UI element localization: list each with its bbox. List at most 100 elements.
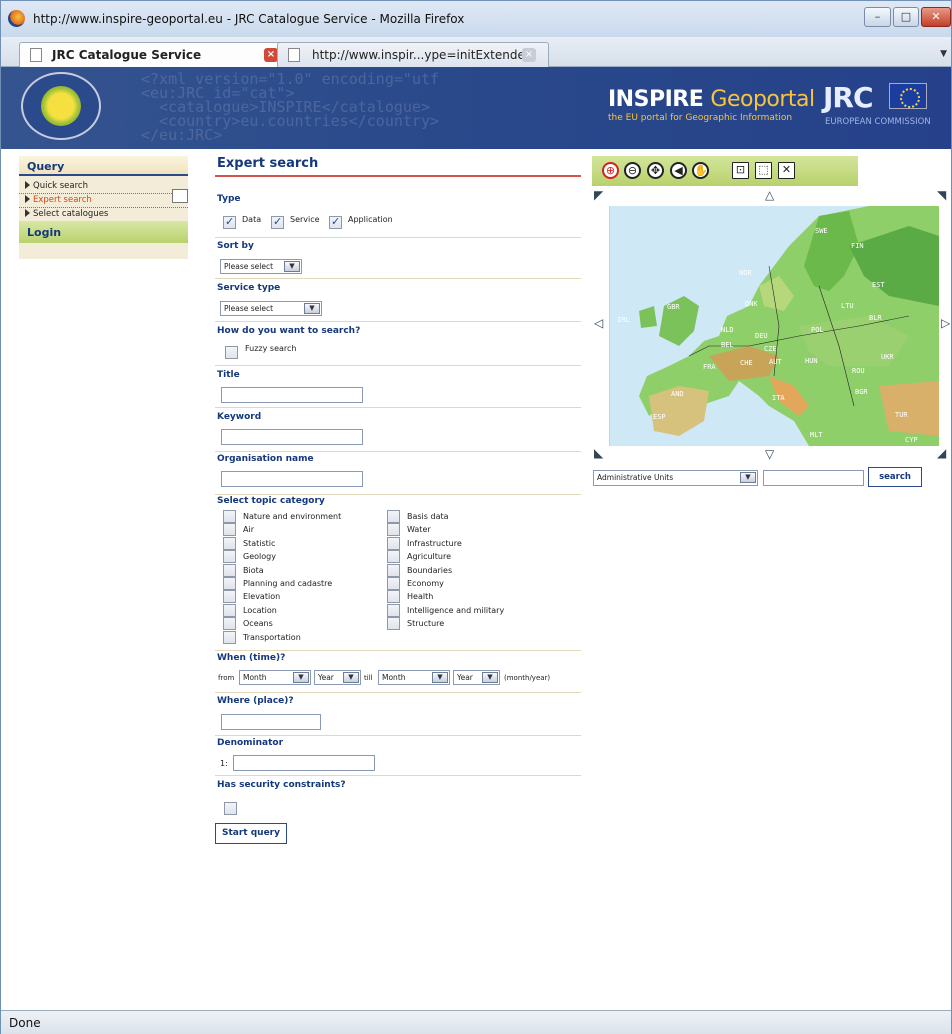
- how-search-label: How do you want to search?: [217, 326, 361, 336]
- arrow-right-icon: [25, 209, 30, 217]
- title-input[interactable]: [221, 387, 363, 403]
- topic-checkbox[interactable]: [387, 536, 400, 550]
- zoom-out-icon[interactable]: ⊖: [624, 162, 641, 179]
- jrc-logo[interactable]: JRC: [823, 81, 874, 114]
- nav-item-select-catalogues[interactable]: Select catalogues: [19, 208, 188, 222]
- topic-checkbox[interactable]: [387, 617, 400, 631]
- browser-window: http://www.inspire-geoportal.eu - JRC Ca…: [0, 0, 952, 1034]
- europe-map-graphic: [609, 206, 939, 446]
- tab-close-icon[interactable]: ×: [264, 48, 278, 62]
- topic-checkbox[interactable]: [387, 563, 400, 577]
- nav-item-quick-search[interactable]: Quick search: [19, 180, 188, 194]
- service-type-select[interactable]: Please select ▼: [220, 301, 322, 316]
- topic-checkbox[interactable]: [223, 536, 236, 550]
- left-navigation: Query Quick search Expert search Select …: [19, 156, 188, 259]
- country-label: DNK: [745, 300, 758, 308]
- europe-map[interactable]: SWE FIN NOR EST DNK LTU IRL GBR BLR NLD …: [609, 206, 939, 446]
- map-search-button[interactable]: search: [868, 467, 922, 487]
- arrow-right-icon: [25, 181, 30, 189]
- topic-checkbox[interactable]: [387, 577, 400, 590]
- pan-southwest-icon[interactable]: ◣: [594, 446, 603, 460]
- topic-checkbox[interactable]: [223, 603, 236, 617]
- pan-south-icon[interactable]: ▽: [765, 447, 774, 461]
- type-data-checkbox[interactable]: [223, 215, 236, 229]
- denominator-label: Denominator: [217, 738, 284, 748]
- denominator-prefix: 1:: [220, 759, 228, 768]
- tab-label: JRC Catalogue Service: [52, 48, 202, 62]
- pan-northeast-icon[interactable]: ◥: [937, 188, 946, 202]
- topic-checkbox[interactable]: [387, 523, 400, 537]
- topic-label: Geology: [243, 552, 276, 562]
- topic-checkbox[interactable]: [223, 550, 236, 564]
- keyword-input[interactable]: [221, 429, 363, 445]
- maximize-button[interactable]: □: [893, 7, 919, 27]
- european-commission-label: EUROPEAN COMMISSION: [825, 117, 931, 127]
- minimize-button[interactable]: –: [864, 7, 891, 27]
- nav-item-expert-search[interactable]: Expert search: [19, 194, 188, 208]
- topic-label: Basis data: [407, 512, 449, 521]
- banner-xml-background: <?xml version="1.0" encoding="utf <eu:JR…: [141, 70, 440, 144]
- topic-checkbox[interactable]: [223, 523, 236, 537]
- tab-close-icon[interactable]: ×: [522, 48, 536, 62]
- topic-checkbox[interactable]: [223, 577, 236, 590]
- start-query-button[interactable]: Start query: [215, 823, 287, 844]
- where-input[interactable]: [221, 714, 321, 730]
- from-month-select[interactable]: Month ▼: [239, 670, 311, 685]
- close-button[interactable]: ✕: [921, 7, 951, 27]
- firefox-icon: [8, 10, 25, 27]
- country-label: SWE: [815, 227, 828, 235]
- place-search-input[interactable]: [763, 470, 864, 486]
- section-security: Has security constraints?: [215, 780, 581, 820]
- country-label: FIN: [851, 242, 864, 250]
- country-label: AUT: [769, 358, 782, 366]
- denominator-input[interactable]: [233, 755, 375, 771]
- topic-label: Boundaries: [407, 565, 453, 575]
- nav-login[interactable]: Login: [19, 221, 188, 243]
- tab-label: http://www.inspir...ype=initExtended: [312, 48, 533, 62]
- type-service-label: Service: [290, 215, 320, 224]
- section-where: Where (place)?: [215, 696, 581, 736]
- tab-jrc-catalogue[interactable]: JRC Catalogue Service ×: [19, 42, 291, 67]
- organisation-input[interactable]: [221, 471, 363, 487]
- topic-checkbox[interactable]: [387, 590, 400, 604]
- zoom-box-icon[interactable]: ⬚: [755, 162, 772, 179]
- topic-checkbox[interactable]: [387, 603, 400, 617]
- admin-units-select[interactable]: Administrative Units ▼: [593, 470, 758, 486]
- country-label: AND: [671, 390, 684, 398]
- pan-west-icon[interactable]: ◁: [594, 316, 603, 330]
- topic-label: Location: [243, 605, 277, 615]
- fuzzy-search-checkbox[interactable]: [225, 346, 238, 359]
- topic-checkbox[interactable]: [223, 563, 236, 577]
- pan-southeast-icon[interactable]: ◢: [937, 446, 946, 460]
- from-year-select[interactable]: Year ▼: [314, 670, 361, 685]
- full-extent-icon[interactable]: ⊡: [732, 162, 749, 179]
- security-checkbox[interactable]: [224, 802, 237, 815]
- clear-icon[interactable]: ✕: [778, 162, 795, 179]
- topic-checkbox[interactable]: [223, 630, 236, 644]
- pan-north-icon[interactable]: △: [765, 188, 774, 202]
- country-label: ESP: [653, 413, 666, 421]
- pan-northwest-icon[interactable]: ◤: [594, 188, 603, 202]
- pan-east-icon[interactable]: ▷: [941, 316, 950, 330]
- topic-checkbox[interactable]: [223, 590, 236, 604]
- back-icon[interactable]: ◀: [670, 162, 687, 179]
- zoom-in-icon[interactable]: ⊕: [602, 162, 619, 179]
- inspire-geoportal-logo[interactable]: INSPIRE Geoportal: [608, 87, 815, 112]
- section-organisation: Organisation name: [215, 454, 581, 495]
- till-year-select[interactable]: Year ▼: [453, 670, 500, 685]
- sort-by-select[interactable]: Please select ▼: [220, 259, 302, 274]
- type-application-checkbox[interactable]: [329, 215, 342, 229]
- hand-icon[interactable]: ✋: [692, 162, 709, 179]
- tab-init-extended[interactable]: http://www.inspir...ype=initExtended ×: [277, 42, 549, 67]
- organisation-label: Organisation name: [217, 454, 314, 464]
- pan-icon[interactable]: ✥: [647, 162, 664, 179]
- topic-checkbox[interactable]: [387, 510, 400, 523]
- till-month-select[interactable]: Month ▼: [378, 670, 450, 685]
- tab-list-icon[interactable]: ▼: [940, 49, 947, 59]
- topic-checkbox[interactable]: [223, 510, 236, 523]
- topic-checkbox[interactable]: [387, 550, 400, 564]
- topic-checkbox[interactable]: [223, 617, 236, 631]
- type-service-checkbox[interactable]: [271, 215, 284, 229]
- header-banner: <?xml version="1.0" encoding="utf <eu:JR…: [1, 67, 951, 149]
- country-label: BLR: [869, 314, 882, 322]
